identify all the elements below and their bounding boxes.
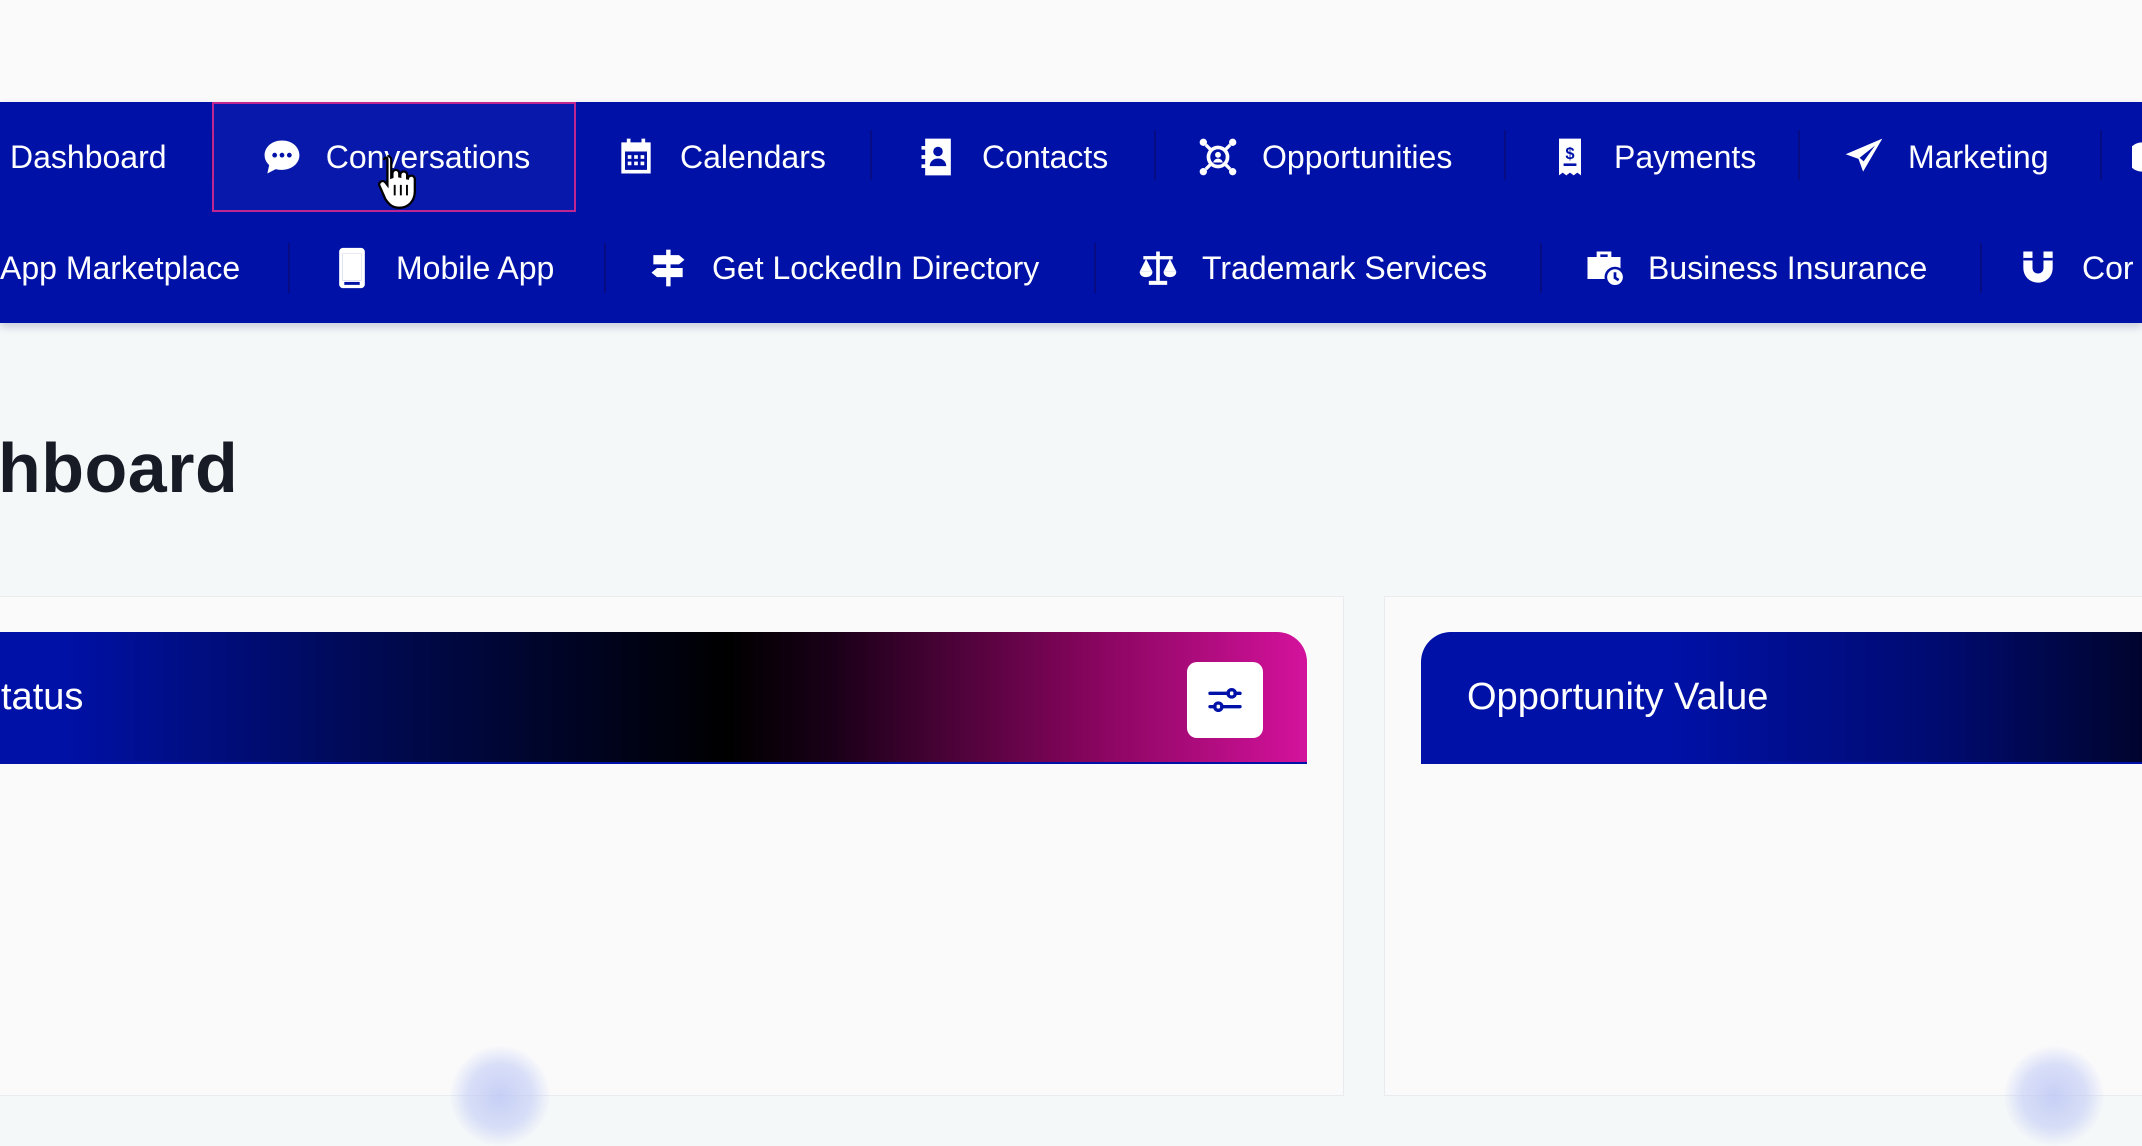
- scales-icon: [1134, 244, 1182, 292]
- status-card-header: tatus: [0, 632, 1307, 764]
- main-navigation: Dashboard Conversations Calendars Contac…: [0, 102, 2142, 323]
- nav-item-label: Cor: [2082, 249, 2134, 286]
- status-card: tatus: [0, 596, 1344, 1096]
- nav-item-label: Opportunities: [1262, 138, 1453, 175]
- nav-separator: [604, 243, 606, 293]
- nav-separator: [1154, 130, 1156, 180]
- briefcase-clock-icon: [1580, 244, 1628, 292]
- nav-item-label: Contacts: [982, 138, 1109, 175]
- nav-separator: [288, 243, 290, 293]
- top-bar: [0, 0, 2142, 102]
- nav-separator: [1094, 243, 1096, 293]
- nav-item-opportunities[interactable]: Opportunities: [1194, 102, 1452, 212]
- nav-row-secondary: App Marketplace Mobile App Get LockedIn …: [0, 213, 2142, 323]
- paper-plane-icon: [1840, 133, 1888, 181]
- overflow-icon: [2132, 133, 2142, 181]
- nav-item-label: Marketing: [1908, 138, 2049, 175]
- nav-item-trademark-services[interactable]: Trademark Services: [1134, 213, 1487, 323]
- nav-separator: [870, 130, 872, 180]
- nav-item-contacts[interactable]: Contacts: [914, 102, 1108, 212]
- nav-item-label: Business Insurance: [1648, 249, 1928, 286]
- nav-item-label: Get LockedIn Directory: [712, 249, 1040, 286]
- page-title: hboard: [0, 429, 239, 507]
- address-book-icon: [914, 133, 962, 181]
- nav-item-dashboard[interactable]: Dashboard: [10, 102, 167, 212]
- nav-item-payments[interactable]: $ Payments: [1546, 102, 1756, 212]
- nav-separator: [1798, 130, 1800, 180]
- hand-pointer-cursor-icon: [378, 154, 416, 209]
- nav-item-label: Dashboard: [10, 138, 167, 175]
- nav-item-label: App Marketplace: [0, 249, 241, 286]
- target-network-icon: [1194, 133, 1242, 181]
- filter-button[interactable]: [1187, 662, 1263, 738]
- nav-item-marketing[interactable]: Marketing: [1840, 102, 2049, 212]
- nav-item-overflow[interactable]: [2132, 102, 2142, 212]
- calendar-icon: [612, 133, 660, 181]
- nav-item-label: Payments: [1614, 138, 1757, 175]
- nav-separator: [1980, 243, 1982, 293]
- receipt-dollar-icon: $: [1546, 133, 1594, 181]
- nav-row-primary: Dashboard Conversations Calendars Contac…: [0, 102, 2142, 212]
- chat-bubble-icon: [258, 133, 306, 181]
- opportunity-value-card-header: Opportunity Value: [1421, 632, 2142, 764]
- nav-item-label: Mobile App: [396, 249, 555, 286]
- nav-item-mobile-app[interactable]: Mobile App: [328, 213, 554, 323]
- nav-separator: [2100, 130, 2102, 180]
- nav-item-label: Calendars: [680, 138, 826, 175]
- card-title: Opportunity Value: [1467, 675, 1769, 718]
- magnet-icon: [2014, 244, 2062, 292]
- signpost-icon: [644, 244, 692, 292]
- mobile-phone-icon: [328, 244, 376, 292]
- nav-item-business-insurance[interactable]: Business Insurance: [1580, 213, 1927, 323]
- nav-item-label: Trademark Services: [1202, 249, 1488, 286]
- loading-spinner: [2004, 1046, 2104, 1146]
- card-title: tatus: [1, 675, 84, 718]
- nav-item-cor[interactable]: Cor: [2014, 213, 2134, 323]
- svg-text:$: $: [1565, 145, 1574, 163]
- nav-item-app-marketplace[interactable]: App Marketplace: [0, 213, 240, 323]
- nav-separator: [1540, 243, 1542, 293]
- nav-separator: [1504, 130, 1506, 180]
- nav-item-calendars[interactable]: Calendars: [612, 102, 826, 212]
- nav-item-label: Conversations: [325, 138, 531, 175]
- sliders-icon: [1208, 688, 1242, 713]
- loading-spinner: [450, 1046, 550, 1146]
- nav-item-get-lockedin-directory[interactable]: Get LockedIn Directory: [644, 213, 1039, 323]
- opportunity-value-card: Opportunity Value: [1384, 596, 2142, 1096]
